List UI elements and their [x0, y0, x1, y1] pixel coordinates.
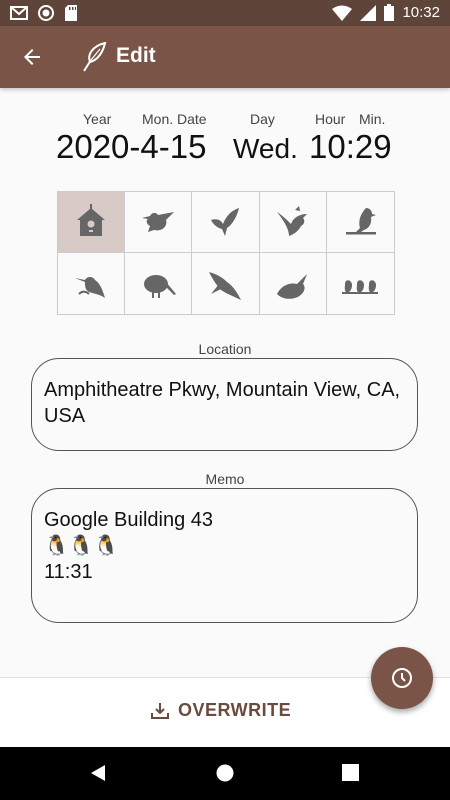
- overwrite-button[interactable]: OVERWRITE: [150, 700, 291, 721]
- clock-fab-button[interactable]: [371, 647, 433, 709]
- memo-line: 🐧🐧🐧: [44, 535, 119, 557]
- page-title: Edit: [116, 44, 156, 67]
- status-bar: 10:32: [0, 0, 450, 26]
- day-label: Day: [250, 111, 275, 127]
- grid-cell-kiwi[interactable]: [125, 253, 193, 314]
- three-birds-icon: [342, 279, 379, 294]
- memo-field[interactable]: Google Building 43 🐧🐧🐧 11:31: [31, 488, 418, 623]
- datetime-labels: Year Mon. Date Day Hour Min.: [0, 111, 450, 129]
- diving-bird-icon: [209, 271, 242, 300]
- grid-cell-hummingbird[interactable]: [259, 192, 327, 253]
- mon-date-label: Mon. Date: [142, 111, 207, 127]
- wifi-icon: [332, 5, 353, 21]
- back-triangle-icon[interactable]: [89, 764, 107, 782]
- memo-label: Memo: [205, 471, 245, 487]
- datetime-values: 2020-4-15 Wed. 10:29: [0, 128, 450, 168]
- record-icon: [38, 5, 54, 21]
- grid-cell-birdhouse[interactable]: [58, 192, 126, 253]
- weekday-value: Wed.: [233, 133, 298, 164]
- status-time: 10:32: [402, 4, 440, 21]
- time-value[interactable]: 10:29: [309, 128, 392, 166]
- memo-line: Google Building 43: [44, 509, 214, 531]
- grid-cell-three-birds[interactable]: [327, 253, 394, 314]
- arrow-left-icon[interactable]: [20, 45, 44, 69]
- battery-icon: [384, 4, 395, 21]
- year-label: Year: [83, 111, 112, 127]
- date-value[interactable]: 2020-4-15: [56, 128, 206, 166]
- grid-cell-pigeon[interactable]: [125, 192, 193, 253]
- kingfisher-perched-icon: [346, 208, 377, 235]
- download-icon: [151, 702, 169, 719]
- kiwi-icon: [144, 274, 177, 298]
- hour-label: Hour: [315, 111, 346, 127]
- kingfisher-icon: [75, 276, 106, 298]
- recents-square-icon[interactable]: [342, 764, 359, 781]
- toolbar: Edit: [0, 26, 450, 88]
- grid-cell-swallow[interactable]: [192, 192, 260, 253]
- sd-card-icon: [65, 5, 77, 21]
- home-circle-icon[interactable]: [216, 764, 234, 782]
- grid-cell-kingfisher[interactable]: [58, 253, 126, 314]
- flying-bird-icon: [276, 273, 307, 299]
- gmail-icon: [10, 6, 28, 20]
- pigeon-icon: [142, 212, 175, 232]
- navigation-bar: [0, 747, 450, 800]
- location-field[interactable]: Amphitheatre Pkwy, Mountain View, CA, US…: [31, 358, 418, 451]
- location-label: Location: [198, 341, 252, 357]
- swallow-icon: [211, 208, 240, 236]
- grid-cell-flying-bird[interactable]: [260, 253, 327, 314]
- bird-icon-grid: [57, 191, 395, 315]
- signal-icon: [360, 4, 377, 21]
- hummingbird-icon: [276, 206, 307, 236]
- birdhouse-icon: [77, 204, 106, 236]
- grid-cell-kingfisher-perched[interactable]: [326, 192, 394, 253]
- clock-icon: [392, 668, 412, 688]
- min-label: Min.: [359, 111, 386, 127]
- feather-icon: [83, 42, 107, 72]
- overwrite-label: OVERWRITE: [178, 700, 292, 720]
- location-value: Amphitheatre Pkwy, Mountain View, CA, US…: [44, 379, 401, 427]
- grid-cell-diving-bird[interactable]: [192, 253, 260, 314]
- memo-line: 11:31: [44, 561, 93, 583]
